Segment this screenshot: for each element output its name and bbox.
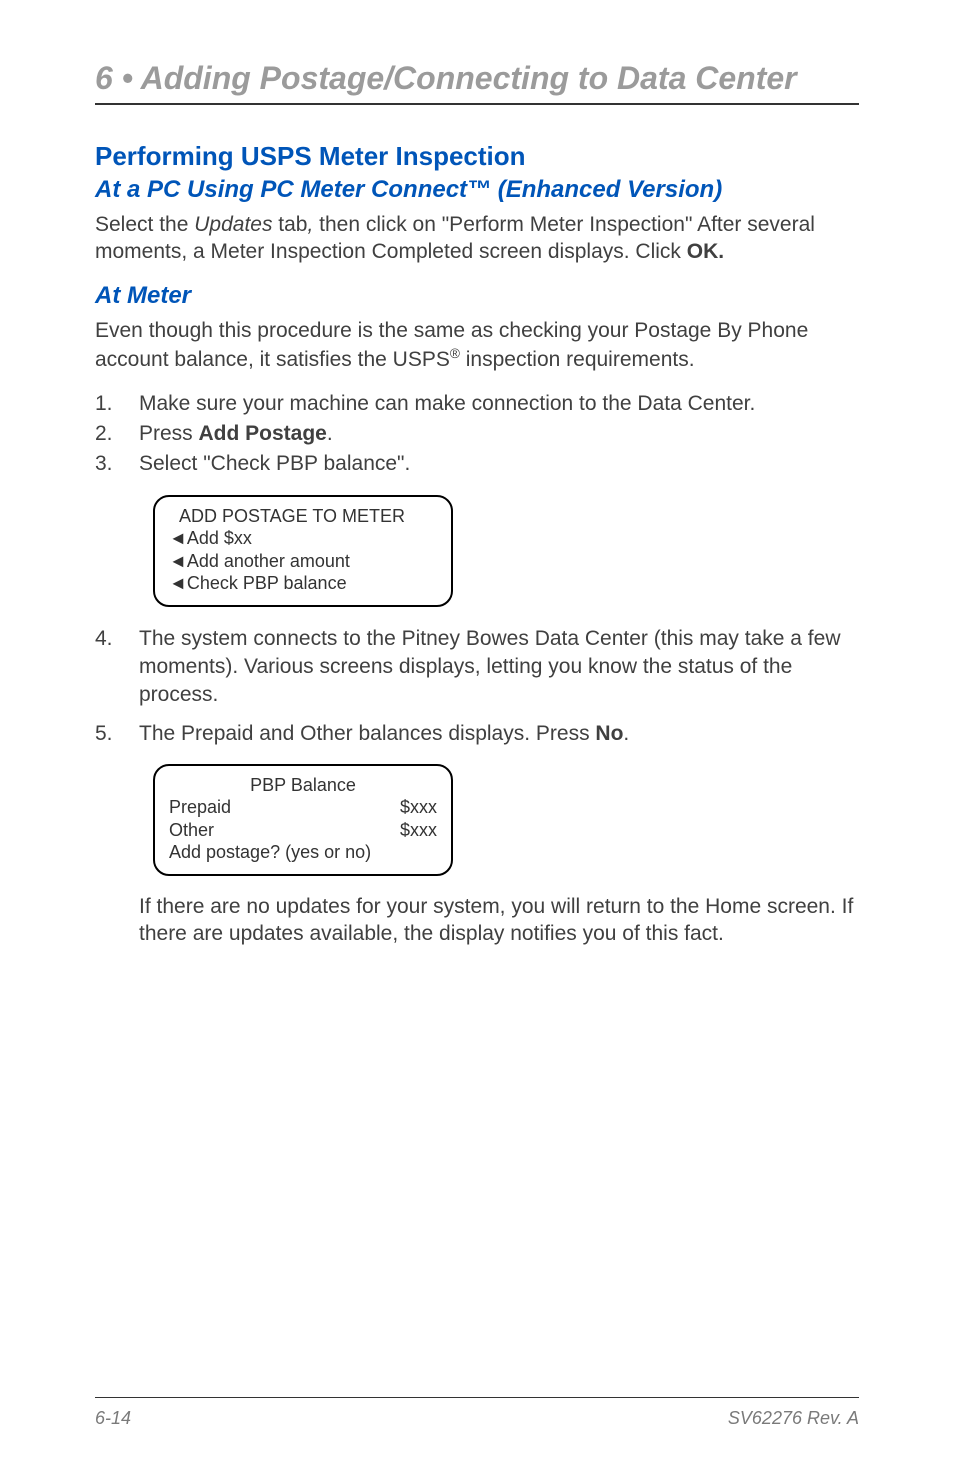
screen-option: ◄Add another amount — [169, 550, 437, 573]
text: Press — [139, 422, 199, 445]
list-number: 3. — [95, 450, 139, 478]
screen-title: ADD POSTAGE TO METER — [169, 505, 437, 528]
list-body: The system connects to the Pitney Bowes … — [139, 625, 859, 710]
subsection-pc-title: At a PC Using PC Meter Connect™ (Enhance… — [95, 176, 859, 204]
list-body: Select "Check PBP balance". — [139, 450, 859, 478]
list-number: 5. — [95, 720, 139, 748]
text: inspection requirements. — [460, 348, 695, 371]
text: . — [623, 722, 629, 745]
page: 6 • Adding Postage/Connecting to Data Ce… — [0, 0, 954, 1475]
device-screen-pbp-balance: PBP Balance Prepaid $xxx Other $xxx Add … — [153, 764, 453, 876]
label: Other — [169, 819, 214, 842]
registered-mark: ® — [450, 346, 460, 361]
text-bold: Add Postage — [199, 422, 327, 445]
screen-row: Other $xxx — [169, 819, 437, 842]
text: The Prepaid and Other balances displays.… — [139, 722, 595, 745]
text-italic: Updates — [194, 213, 272, 236]
screen-row: Prepaid $xxx — [169, 796, 437, 819]
list-body: The Prepaid and Other balances displays.… — [139, 720, 859, 748]
subsection-meter-title: At Meter — [95, 282, 859, 310]
text: Select "Check PBP balance". — [139, 452, 410, 475]
final-paragraph: If there are no updates for your system,… — [139, 894, 859, 948]
list-number: 2. — [95, 420, 139, 448]
list-number: 4. — [95, 625, 139, 710]
page-footer: 6-14 SV62276 Rev. A — [95, 1397, 859, 1429]
ordered-list: 1. Make sure your machine can make conne… — [95, 390, 859, 479]
meter-intro-paragraph: Even though this procedure is the same a… — [95, 318, 859, 374]
label: Prepaid — [169, 796, 231, 819]
footer-page-number: 6-14 — [95, 1408, 131, 1429]
value: $xxx — [400, 819, 437, 842]
footer-doc-id: SV62276 Rev. A — [728, 1408, 859, 1429]
text-bold: OK. — [687, 240, 724, 263]
screen-option: ◄Check PBP balance — [169, 572, 437, 595]
list-item: 1. Make sure your machine can make conne… — [95, 390, 859, 418]
list-body: Press Add Postage. — [139, 420, 859, 448]
screen-option: ◄Add $xx — [169, 527, 437, 550]
text: tab — [272, 213, 307, 236]
list-number: 1. — [95, 390, 139, 418]
chapter-header: 6 • Adding Postage/Connecting to Data Ce… — [95, 60, 859, 105]
text: The system connects to the Pitney Bowes … — [139, 627, 840, 707]
device-screen-add-postage: ADD POSTAGE TO METER ◄Add $xx ◄Add anoth… — [153, 495, 453, 607]
list-item: 3. Select "Check PBP balance". — [95, 450, 859, 478]
screen-prompt: Add postage? (yes or no) — [169, 841, 437, 864]
list-body: Make sure your machine can make connecti… — [139, 390, 859, 418]
value: $xxx — [400, 796, 437, 819]
screen-title: PBP Balance — [169, 774, 437, 797]
pc-paragraph: Select the Updates tab, then click on "P… — [95, 212, 859, 266]
text: . — [327, 422, 333, 445]
list-item: 2. Press Add Postage. — [95, 420, 859, 448]
text-bold: No — [595, 722, 623, 745]
list-item: 5. The Prepaid and Other balances displa… — [95, 720, 859, 748]
section-title: Performing USPS Meter Inspection — [95, 141, 859, 172]
text: Make sure your machine can make connecti… — [139, 392, 755, 415]
text: Select the — [95, 213, 194, 236]
ordered-list-cont: 4. The system connects to the Pitney Bow… — [95, 625, 859, 748]
list-item: 4. The system connects to the Pitney Bow… — [95, 625, 859, 710]
